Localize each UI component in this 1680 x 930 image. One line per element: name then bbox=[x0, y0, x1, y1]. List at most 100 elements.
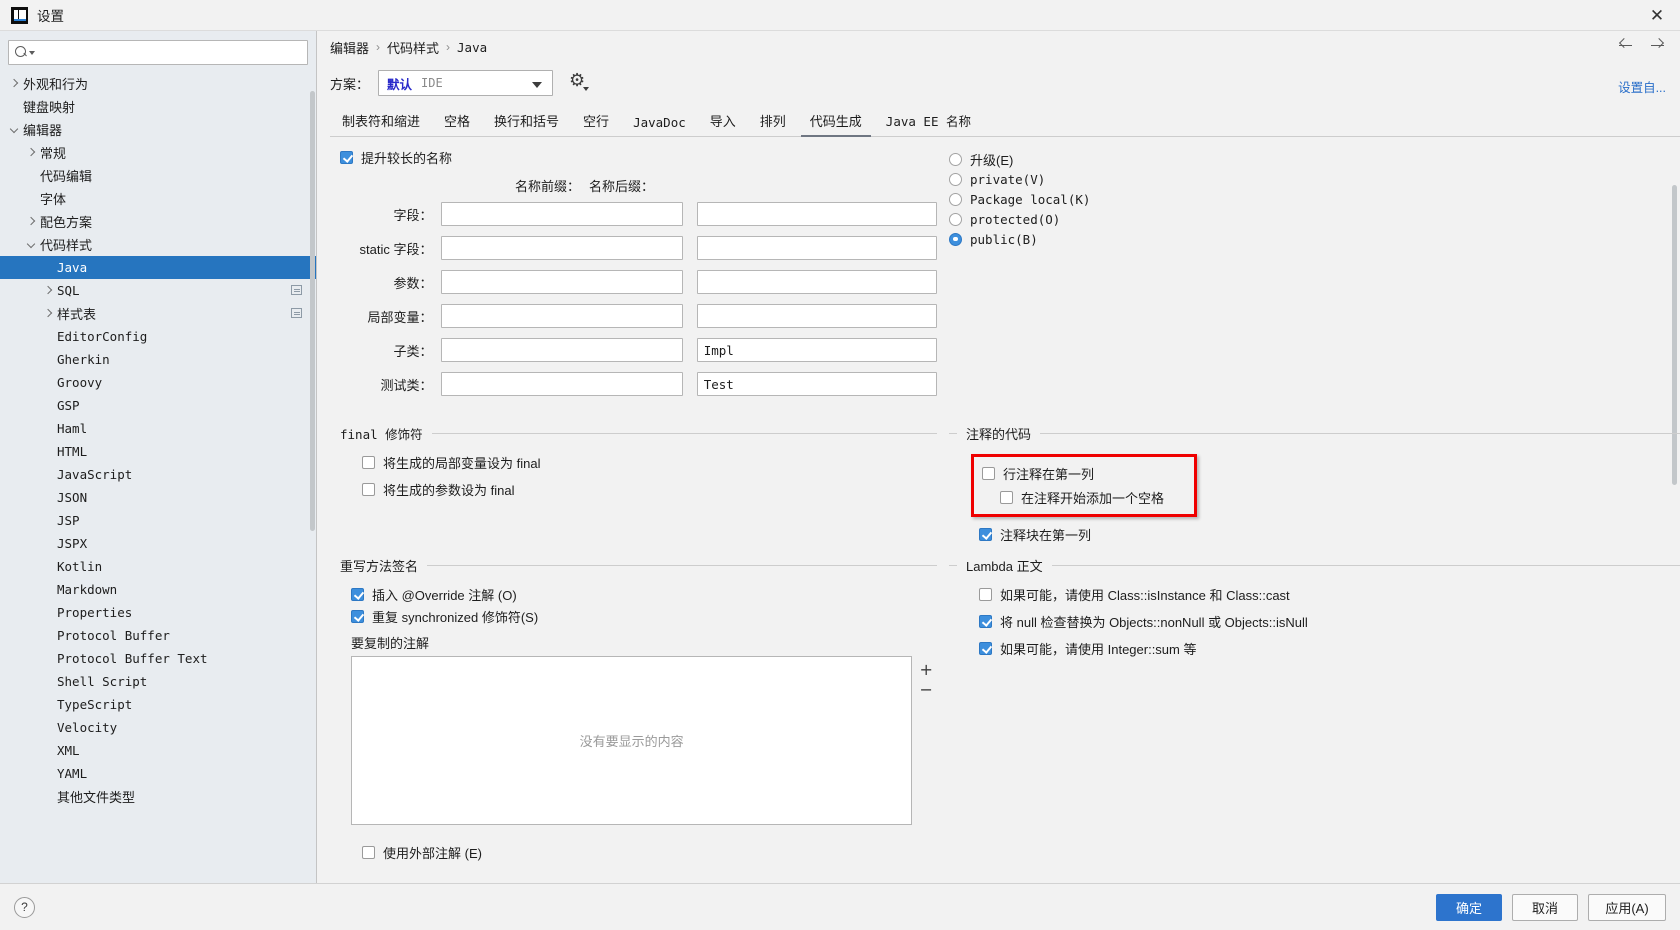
sidebar-item[interactable]: JavaScript bbox=[0, 463, 316, 486]
radio-button[interactable] bbox=[949, 212, 962, 226]
use-external-annotations-checkbox[interactable] bbox=[362, 846, 375, 859]
chevron-right-icon[interactable] bbox=[25, 215, 38, 228]
suffix-input[interactable] bbox=[696, 236, 937, 260]
radio-button[interactable] bbox=[949, 232, 962, 246]
sidebar-item[interactable]: Protocol Buffer Text bbox=[0, 647, 316, 670]
breadcrumb-item-code-style[interactable]: 代码样式 bbox=[387, 38, 439, 57]
annotations-listbox[interactable]: 没有要显示的内容 bbox=[351, 656, 913, 825]
final-modifier-checkbox[interactable] bbox=[362, 482, 375, 496]
scheme-combobox[interactable]: 默认 IDE bbox=[378, 70, 554, 96]
sidebar-item[interactable]: YAML bbox=[0, 762, 316, 785]
tab-导入[interactable]: 导入 bbox=[698, 111, 748, 137]
suffix-input[interactable] bbox=[696, 202, 937, 226]
lambda-option-row[interactable]: 如果可能，请使用 Class::isInstance 和 Class::cast bbox=[979, 584, 1680, 604]
sidebar-item[interactable]: JSP bbox=[0, 509, 316, 532]
sidebar-item[interactable]: JSON bbox=[0, 486, 316, 509]
settings-tree[interactable]: 外观和行为 键盘映射 编辑器 常规 代码编辑 字体 配色方案 代码样式 Java SQL 样式表 Ed… bbox=[0, 71, 316, 883]
visibility-option-row[interactable]: public(B) bbox=[949, 229, 1680, 249]
sidebar-item[interactable]: 字体 bbox=[0, 187, 316, 210]
sidebar-item[interactable]: JSPX bbox=[0, 532, 316, 555]
remove-annotation-button[interactable]: − bbox=[917, 679, 935, 699]
chevron-down-icon[interactable] bbox=[25, 238, 38, 251]
tab-Java EE 名称[interactable]: Java EE 名称 bbox=[874, 111, 983, 137]
chevron-right-icon[interactable] bbox=[42, 284, 55, 297]
final-modifier-row[interactable]: 将生成的参数设为 final bbox=[362, 479, 937, 499]
chevron-right-icon[interactable] bbox=[8, 77, 21, 90]
prefix-input[interactable] bbox=[441, 304, 683, 328]
back-arrow-icon[interactable] bbox=[1618, 38, 1634, 54]
tab-换行和括号[interactable]: 换行和括号 bbox=[482, 111, 571, 137]
add-space-at-comment-start-row[interactable]: 在注释开始添加一个空格 bbox=[1000, 487, 1164, 507]
close-icon[interactable]: ✕ bbox=[1634, 0, 1680, 31]
gear-icon[interactable] bbox=[569, 70, 590, 92]
lambda-option-checkbox[interactable] bbox=[979, 587, 992, 601]
sidebar-item[interactable]: SQL bbox=[0, 279, 316, 302]
use-external-annotations-row[interactable]: 使用外部注解 (E) bbox=[362, 843, 937, 862]
suffix-input[interactable]: Test bbox=[696, 372, 937, 396]
lambda-option-row[interactable]: 将 null 检查替换为 Objects::nonNull 或 Objects:… bbox=[979, 611, 1680, 631]
sidebar-item[interactable]: XML bbox=[0, 739, 316, 762]
prefer-longer-names-checkbox[interactable] bbox=[340, 150, 353, 164]
visibility-option-row[interactable]: 升级(E) bbox=[949, 149, 1680, 169]
final-modifier-checkbox[interactable] bbox=[362, 455, 375, 469]
sidebar-item[interactable]: Velocity bbox=[0, 716, 316, 739]
add-space-at-comment-start-checkbox[interactable] bbox=[1000, 490, 1013, 504]
chevron-down-icon[interactable] bbox=[532, 82, 543, 88]
chevron-down-icon[interactable] bbox=[8, 123, 21, 136]
ok-button[interactable]: 确定 bbox=[1436, 893, 1502, 921]
tab-排列[interactable]: 排列 bbox=[748, 111, 798, 137]
visibility-radio-group[interactable]: 升级(E) private(V) Package local(K) protected… bbox=[949, 147, 1680, 249]
settings-link[interactable]: 设置自... bbox=[1618, 77, 1666, 96]
sidebar-item[interactable]: Shell Script bbox=[0, 670, 316, 693]
block-comment-first-column-checkbox[interactable] bbox=[979, 527, 992, 541]
block-comment-first-column-row[interactable]: 注释块在第一列 bbox=[979, 524, 1680, 544]
tab-制表符和缩进[interactable]: 制表符和缩进 bbox=[330, 111, 432, 137]
forward-arrow-icon[interactable] bbox=[1650, 38, 1666, 54]
lambda-option-row[interactable]: 如果可能，请使用 Integer::sum 等 bbox=[979, 638, 1680, 658]
visibility-option-row[interactable]: protected(O) bbox=[949, 209, 1680, 229]
sidebar-item[interactable]: Groovy bbox=[0, 371, 316, 394]
tab-JavaDoc[interactable]: JavaDoc bbox=[621, 115, 698, 137]
radio-button[interactable] bbox=[949, 172, 962, 186]
override-checkbox-list[interactable]: 插入 @Override 注解 (O) 重复 synchronized 修饰符(S… bbox=[351, 584, 937, 626]
line-comment-first-column-row[interactable]: 行注释在第一列 bbox=[982, 463, 1164, 483]
add-annotation-button[interactable]: + bbox=[917, 659, 935, 679]
sidebar-item[interactable]: 其他文件类型 bbox=[0, 785, 316, 808]
tab-空行[interactable]: 空行 bbox=[571, 111, 621, 137]
prefix-input[interactable] bbox=[441, 270, 683, 294]
search-input[interactable] bbox=[35, 45, 301, 60]
sidebar-item[interactable]: Markdown bbox=[0, 578, 316, 601]
sidebar-item[interactable]: HTML bbox=[0, 440, 316, 463]
tab-空格[interactable]: 空格 bbox=[432, 111, 482, 137]
line-comment-first-column-checkbox[interactable] bbox=[982, 466, 995, 480]
sidebar-item[interactable]: TypeScript bbox=[0, 693, 316, 716]
sidebar-item[interactable]: Protocol Buffer bbox=[0, 624, 316, 647]
visibility-option-row[interactable]: Package local(K) bbox=[949, 189, 1680, 209]
final-modifier-items[interactable]: 将生成的局部变量设为 final 将生成的参数设为 final bbox=[340, 443, 937, 499]
sidebar-item[interactable]: 代码样式 bbox=[0, 233, 316, 256]
override-option-row[interactable]: 重复 synchronized 修饰符(S) bbox=[351, 606, 937, 626]
suffix-input[interactable] bbox=[696, 304, 937, 328]
lambda-option-checkbox[interactable] bbox=[979, 614, 992, 628]
sidebar-item[interactable]: Java bbox=[0, 256, 316, 279]
prefix-input[interactable] bbox=[441, 236, 683, 260]
sidebar-item[interactable]: 配色方案 bbox=[0, 210, 316, 233]
sidebar-item[interactable]: 编辑器 bbox=[0, 118, 316, 141]
prefix-input[interactable] bbox=[441, 202, 683, 226]
tab-bar[interactable]: 制表符和缩进 空格 换行和括号 空行 JavaDoc 导入 排列 代码生成 Java EE 名称 bbox=[317, 107, 1680, 137]
sidebar-item[interactable]: 键盘映射 bbox=[0, 95, 316, 118]
lambda-option-checkbox[interactable] bbox=[979, 641, 992, 655]
override-option-checkbox[interactable] bbox=[351, 587, 364, 601]
sidebar-item[interactable]: EditorConfig bbox=[0, 325, 316, 348]
breadcrumb-item-editor[interactable]: 编辑器 bbox=[330, 38, 369, 57]
radio-button[interactable] bbox=[949, 192, 962, 206]
help-icon[interactable]: ? bbox=[14, 896, 35, 918]
sidebar-item[interactable]: 常规 bbox=[0, 141, 316, 164]
radio-button[interactable] bbox=[949, 152, 962, 166]
override-option-row[interactable]: 插入 @Override 注解 (O) bbox=[351, 584, 937, 604]
prefix-input[interactable] bbox=[441, 338, 683, 362]
search-box[interactable] bbox=[8, 40, 308, 65]
suffix-input[interactable] bbox=[696, 270, 937, 294]
lambda-items[interactable]: 如果可能，请使用 Class::isInstance 和 Class::cast… bbox=[949, 575, 1680, 658]
sidebar-item[interactable]: 代码编辑 bbox=[0, 164, 316, 187]
